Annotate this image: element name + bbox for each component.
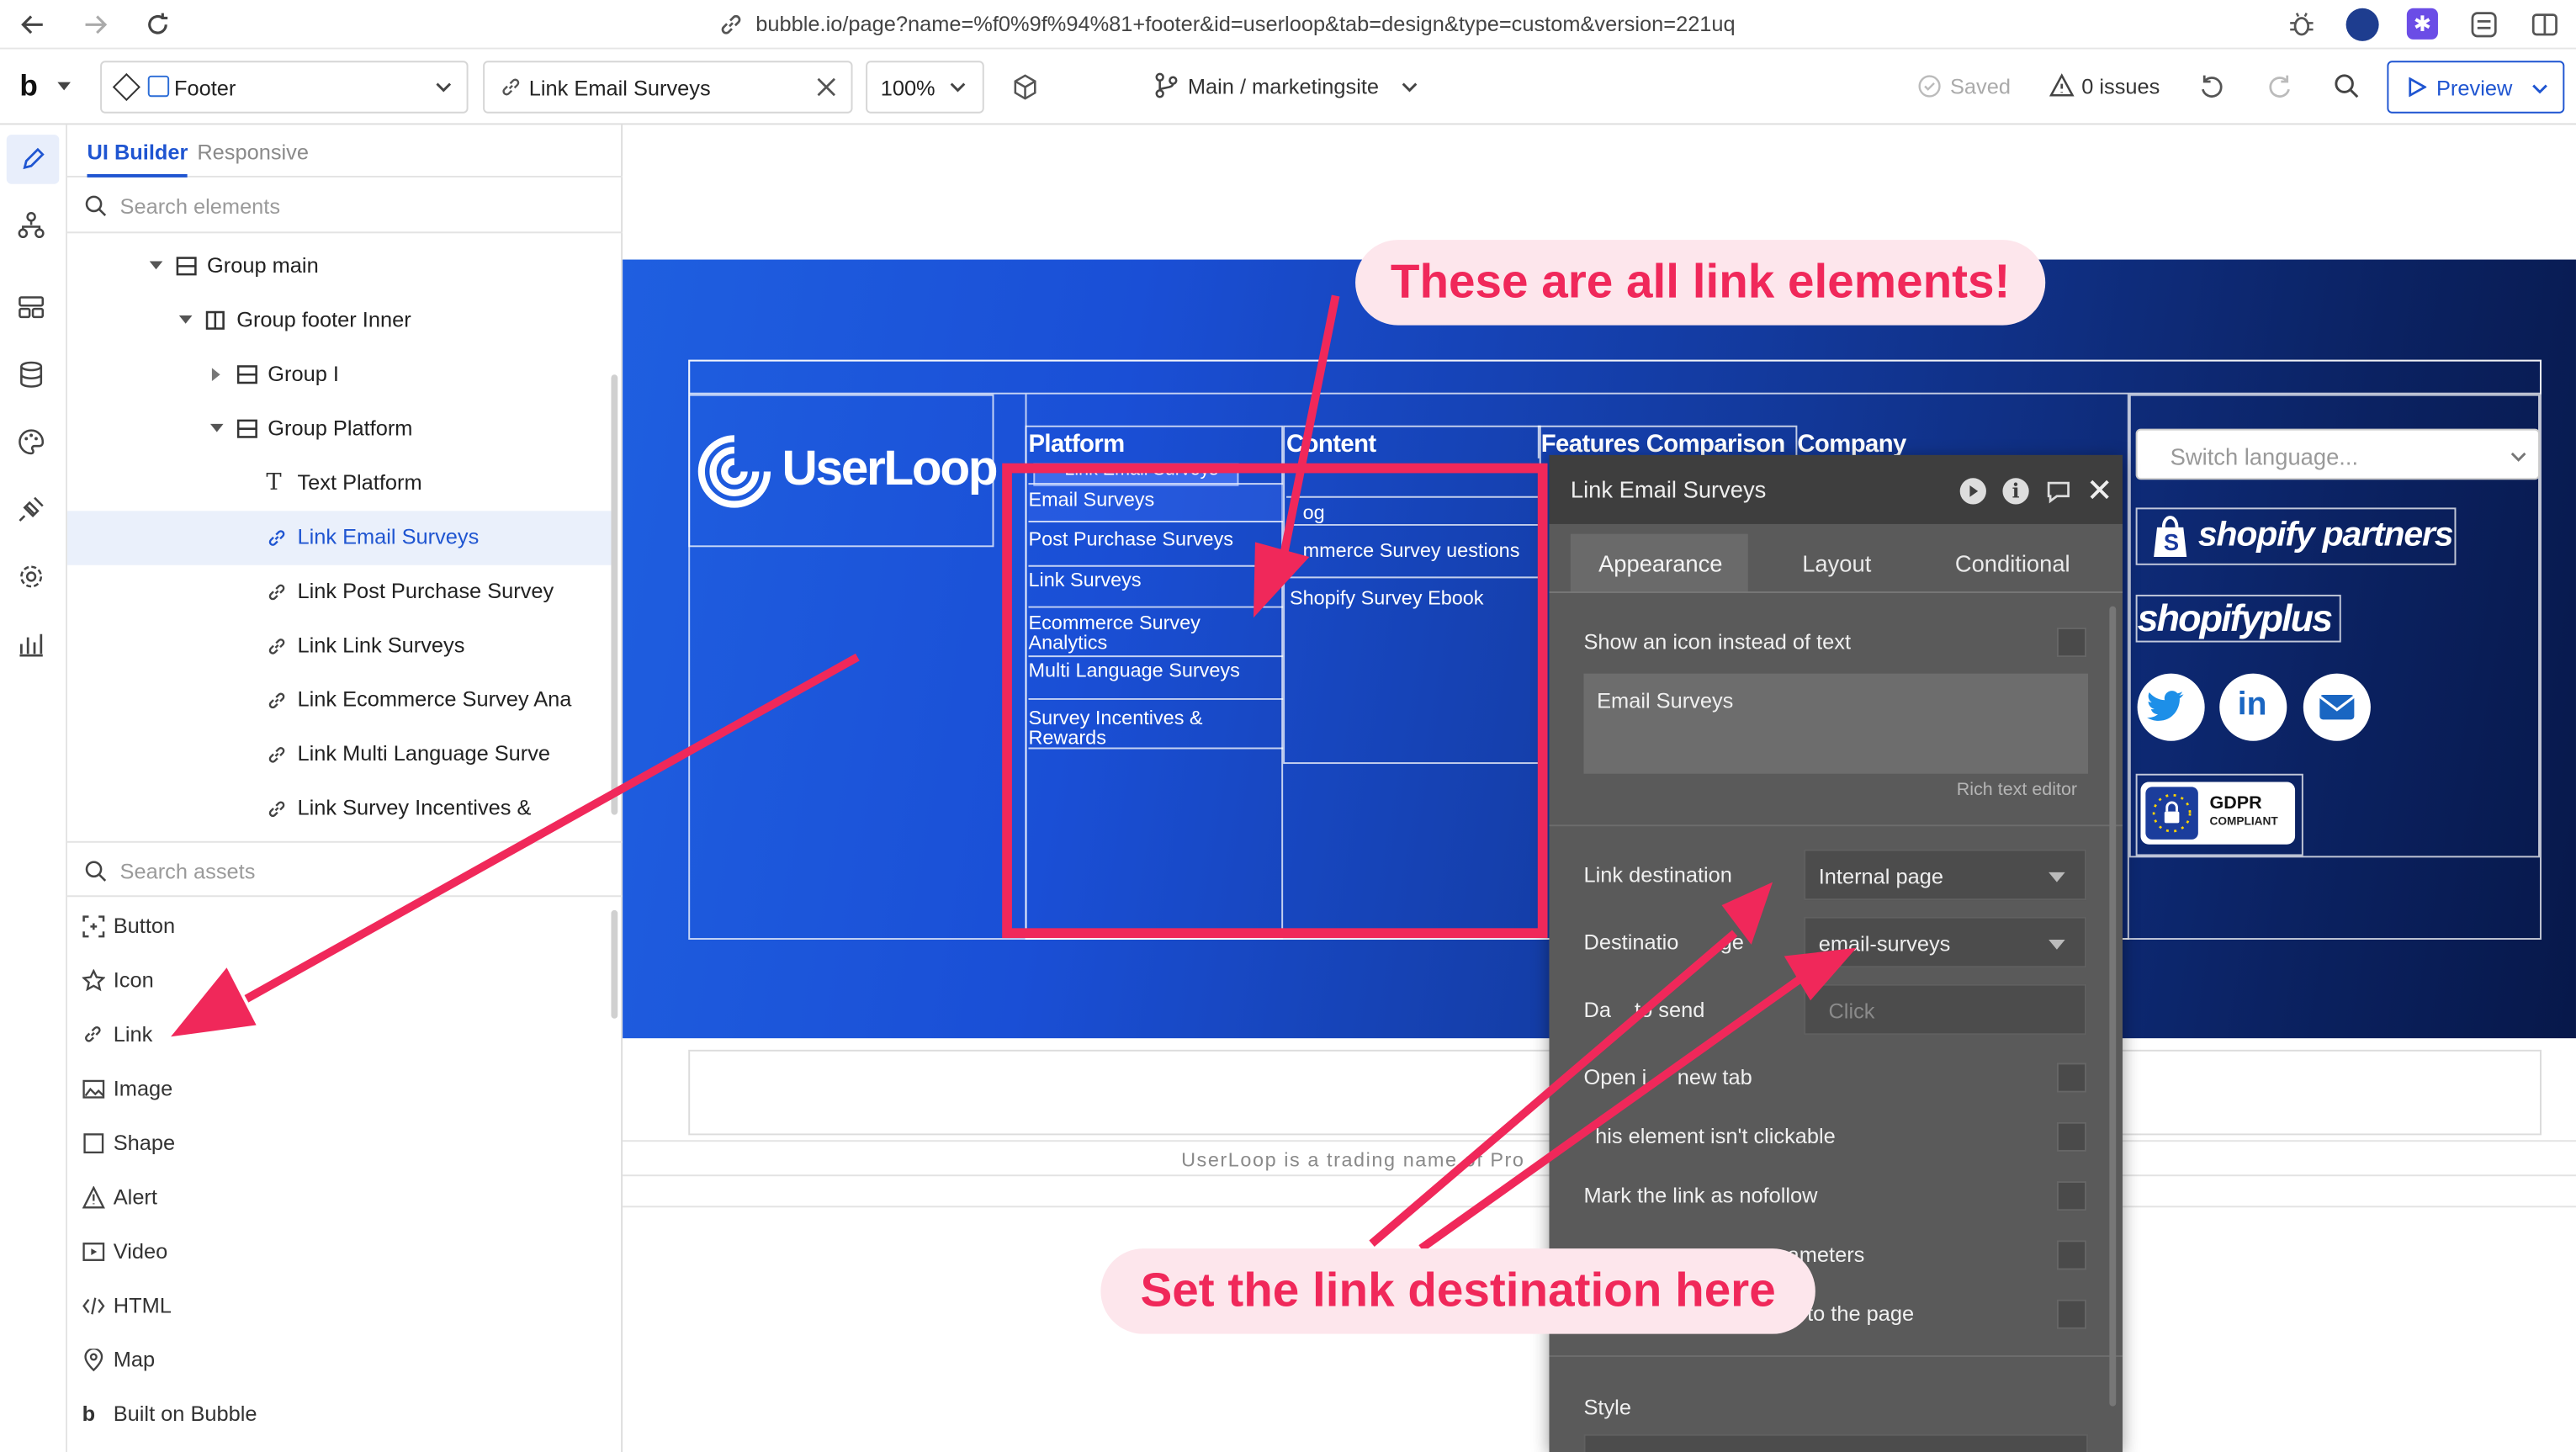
arrow-left-line [244,653,860,1003]
bottom-callout: Set the link destination here [1100,1248,1815,1334]
arrow-top-head [1253,542,1310,618]
annotation-arrows [171,294,1857,1253]
arrow-left-head [171,967,257,1037]
arrow-bottom-head-2 [1784,947,1857,1001]
arrow-top-line [1277,294,1340,568]
highlight-box [1002,463,1548,939]
arrow-bottom-line-1 [1369,930,1738,1247]
top-callout: These are all link elements! [1355,240,2046,326]
arrow-bottom-line-2 [1418,973,1805,1253]
